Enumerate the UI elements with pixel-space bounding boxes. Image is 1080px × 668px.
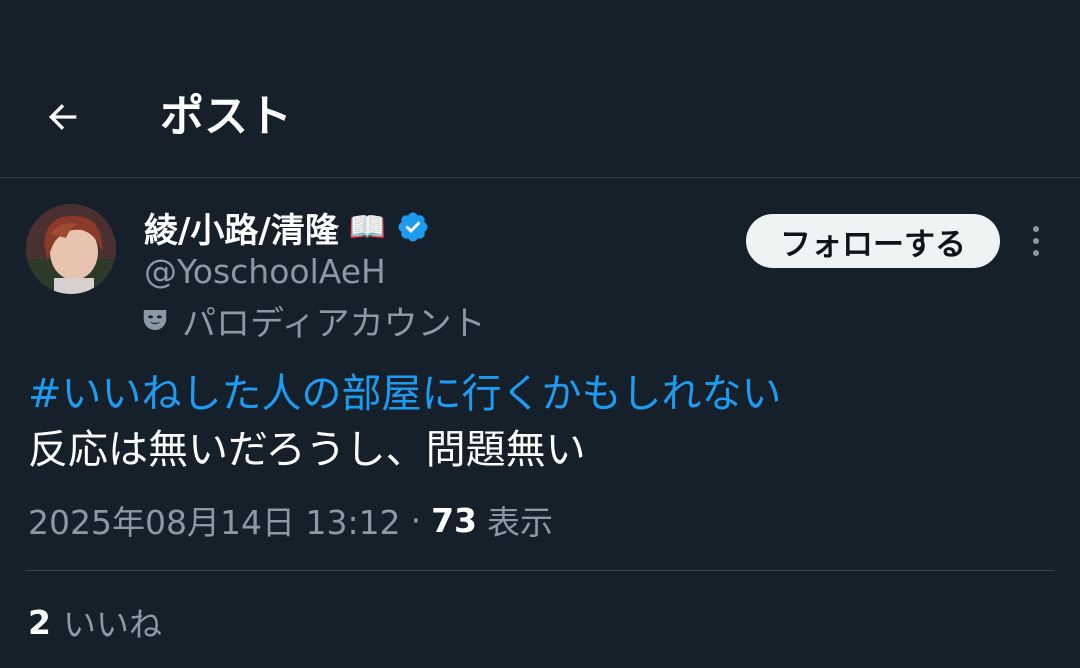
divider — [26, 570, 1054, 571]
parody-label-row: パロディアカウント — [140, 298, 486, 344]
avatar-image — [26, 204, 116, 294]
parody-account-label: パロディアカウント — [182, 303, 486, 344]
post-body: 反応は無いだろうし、問題無い — [28, 427, 586, 473]
display-name-row[interactable]: 綾/小路/清隆 📖 — [144, 203, 430, 251]
views-count: 73 — [431, 500, 477, 540]
likes-count: 2 — [28, 602, 51, 642]
more-vertical-icon — [1033, 226, 1039, 256]
display-name[interactable]: 綾/小路/清隆 — [144, 203, 339, 252]
theater-mask-icon — [143, 310, 167, 330]
top-bar: ポスト — [0, 0, 1080, 178]
views-label: 表示 — [487, 503, 553, 542]
post-text: #いいねした人の部屋に行くかもしれない 反応は無いだろうし、問題無い — [28, 366, 1058, 478]
back-button[interactable] — [38, 92, 88, 142]
book-emoji: 📖 — [348, 209, 387, 245]
follow-button[interactable]: フォローする — [746, 214, 1000, 268]
arrow-left-icon — [48, 104, 77, 130]
avatar[interactable] — [26, 204, 116, 294]
meta-separator: · — [410, 500, 422, 540]
username[interactable]: @YoschoolAeH — [144, 250, 386, 294]
post-meta: 2025年08月14日 13:12 · 73 表示 — [28, 496, 553, 544]
more-options-button[interactable] — [1018, 220, 1054, 262]
page-title: ポスト — [160, 91, 292, 142]
verified-badge-icon — [398, 212, 428, 242]
hashtag-link[interactable]: #いいねした人の部屋に行くかもしれない — [28, 366, 1058, 422]
post-timestamp[interactable]: 2025年08月14日 13:12 — [28, 496, 401, 544]
likes-label: いいね — [62, 605, 162, 644]
post-detail-page: ポスト 綾/小路/清隆 📖 @YoschoolAeH パロディアカウント フォロ… — [0, 0, 1080, 668]
likes-stat[interactable]: 2 いいね — [28, 598, 162, 646]
